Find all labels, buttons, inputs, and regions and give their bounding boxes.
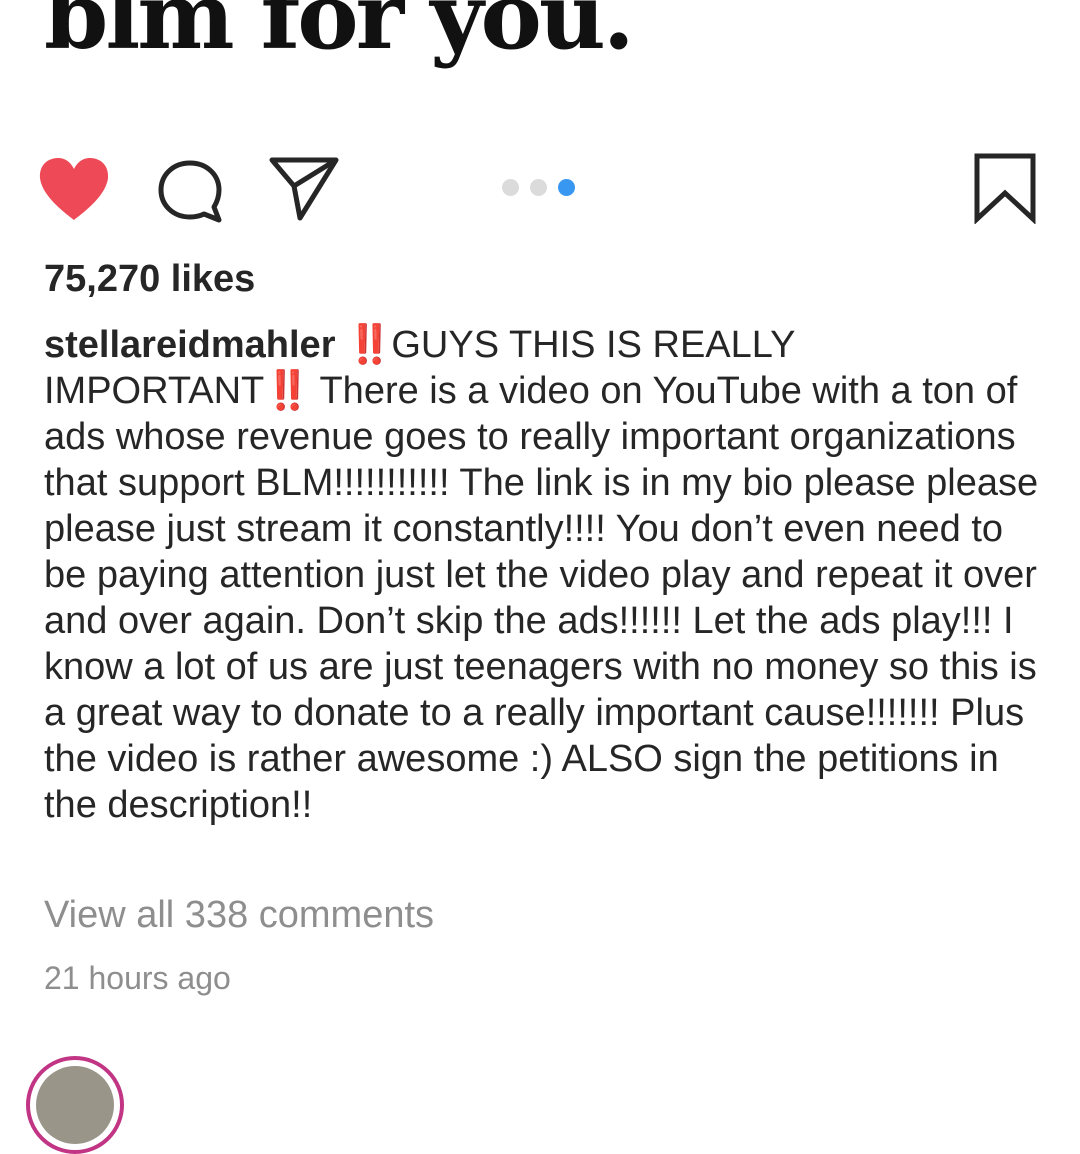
avatar[interactable] [26,1056,124,1154]
post-caption: stellareidmahler ‼️GUYS THIS IS REALLY I… [44,322,1044,828]
avatar-image [36,1066,114,1144]
caption-text-part2: There is a video on YouTube with a ton o… [44,370,1039,826]
carousel-indicator [502,178,575,196]
heart-filled-icon [39,158,109,220]
like-button[interactable] [38,156,110,222]
double-exclamation-emoji: ‼️ [264,370,311,412]
caption-username[interactable]: stellareidmahler [44,324,335,366]
save-button[interactable] [972,152,1038,224]
comment-button[interactable] [156,158,224,224]
paper-plane-icon [269,157,339,221]
post-action-bar [0,148,1080,228]
carousel-dot-active [558,178,575,196]
carousel-dot [502,178,519,196]
carousel-dot [530,178,547,196]
comment-bubble-icon [158,160,222,223]
post-timestamp: 21 hours ago [44,960,231,996]
likes-count[interactable]: 75,270 likes [44,258,255,301]
double-exclamation-emoji: ‼️ [346,324,393,366]
share-button[interactable] [268,154,340,222]
bookmark-icon [974,153,1036,224]
post-image-title-text: blm for you. [44,0,635,70]
view-all-comments-link[interactable]: View all 338 comments [44,894,434,937]
